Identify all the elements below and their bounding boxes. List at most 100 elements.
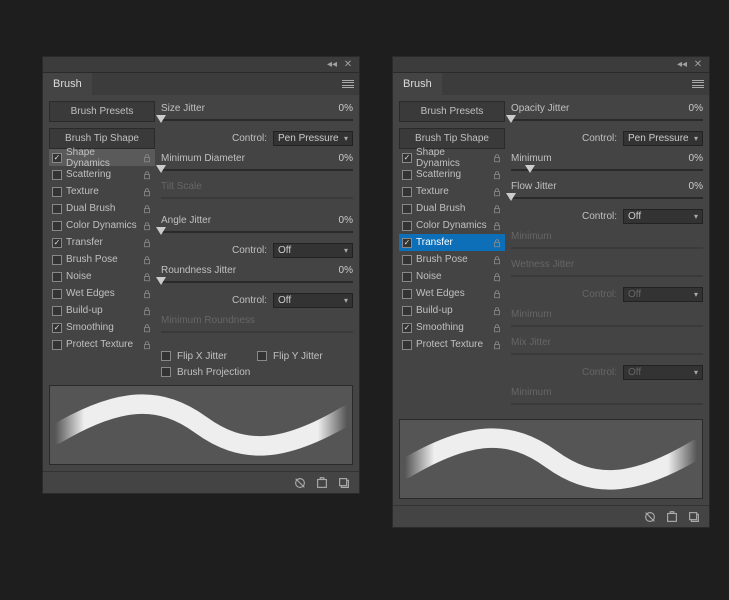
sidebar-item-pose[interactable]: Brush Pose [399, 251, 505, 268]
panel-menu-icon[interactable] [687, 73, 709, 95]
checkbox-color[interactable] [402, 221, 412, 231]
checkbox-noise[interactable] [52, 272, 62, 282]
sidebar-item-protect[interactable]: Protect Texture [399, 336, 505, 353]
opacity-control-select[interactable]: Pen Pressure▾ [623, 131, 703, 146]
sidebar-item-build[interactable]: Build-up [399, 302, 505, 319]
sidebar-item-shape[interactable]: Shape Dynamics [49, 149, 155, 166]
sidebar-item-texture[interactable]: Texture [49, 183, 155, 200]
lock-icon[interactable] [492, 187, 502, 197]
sidebar-item-scatter[interactable]: Scattering [399, 166, 505, 183]
sidebar-item-dual[interactable]: Dual Brush [49, 200, 155, 217]
sidebar-item-noise[interactable]: Noise [49, 268, 155, 285]
opacity-min-value[interactable]: 0% [689, 153, 703, 164]
lock-icon[interactable] [142, 187, 152, 197]
checkbox-texture[interactable] [402, 187, 412, 197]
sidebar-item-scatter[interactable]: Scattering [49, 166, 155, 183]
lock-icon[interactable] [142, 272, 152, 282]
angle-jitter-slider[interactable] [161, 227, 353, 237]
toggle-preview-icon[interactable] [293, 476, 307, 490]
sidebar-item-color[interactable]: Color Dynamics [399, 217, 505, 234]
lock-icon[interactable] [492, 204, 502, 214]
size-control-select[interactable]: Pen Pressure▾ [273, 131, 353, 146]
lock-icon[interactable] [142, 255, 152, 265]
flow-control-select[interactable]: Off▾ [623, 209, 703, 224]
new-preset-icon[interactable] [665, 510, 679, 524]
angle-control-select[interactable]: Off▾ [273, 243, 353, 258]
opacity-jitter-value[interactable]: 0% [689, 103, 703, 114]
roundness-jitter-slider[interactable] [161, 277, 353, 287]
lock-icon[interactable] [492, 238, 502, 248]
checkbox-scatter[interactable] [52, 170, 62, 180]
checkbox-noise[interactable] [402, 272, 412, 282]
new-doc-icon[interactable] [687, 510, 701, 524]
roundness-control-select[interactable]: Off▾ [273, 293, 353, 308]
lock-icon[interactable] [492, 153, 502, 163]
sidebar-item-color[interactable]: Color Dynamics [49, 217, 155, 234]
checkbox-wet[interactable] [52, 289, 62, 299]
checkbox-pose[interactable] [52, 255, 62, 265]
angle-jitter-value[interactable]: 0% [339, 215, 353, 226]
sidebar-item-wet[interactable]: Wet Edges [49, 285, 155, 302]
sidebar-item-transfer[interactable]: Transfer [399, 234, 505, 251]
sidebar-item-build[interactable]: Build-up [49, 302, 155, 319]
lock-icon[interactable] [142, 323, 152, 333]
opacity-min-slider[interactable] [511, 165, 703, 175]
sidebar-item-smooth[interactable]: Smoothing [399, 319, 505, 336]
brush-presets-button[interactable]: Brush Presets [399, 101, 505, 122]
checkbox-pose[interactable] [402, 255, 412, 265]
lock-icon[interactable] [492, 255, 502, 265]
min-diameter-slider[interactable] [161, 165, 353, 175]
checkbox-wet[interactable] [402, 289, 412, 299]
lock-icon[interactable] [492, 272, 502, 282]
sidebar-item-pose[interactable]: Brush Pose [49, 251, 155, 268]
size-jitter-slider[interactable] [161, 115, 353, 125]
sidebar-item-wet[interactable]: Wet Edges [399, 285, 505, 302]
checkbox-dual[interactable] [52, 204, 62, 214]
lock-icon[interactable] [142, 170, 152, 180]
roundness-jitter-value[interactable]: 0% [339, 265, 353, 276]
opacity-jitter-slider[interactable] [511, 115, 703, 125]
checkbox-smooth[interactable] [402, 323, 412, 333]
lock-icon[interactable] [142, 289, 152, 299]
flip-x-checkbox[interactable] [161, 351, 171, 361]
brush-presets-button[interactable]: Brush Presets [49, 101, 155, 122]
sidebar-item-transfer[interactable]: Transfer [49, 234, 155, 251]
flip-y-checkbox[interactable] [257, 351, 267, 361]
collapse-icon[interactable]: ◂◂ [677, 60, 687, 70]
checkbox-dual[interactable] [402, 204, 412, 214]
lock-icon[interactable] [142, 238, 152, 248]
sidebar-item-shape[interactable]: Shape Dynamics [399, 149, 505, 166]
panel-menu-icon[interactable] [337, 73, 359, 95]
checkbox-transfer[interactable] [52, 238, 62, 248]
lock-icon[interactable] [142, 153, 152, 163]
min-diameter-value[interactable]: 0% [339, 153, 353, 164]
checkbox-scatter[interactable] [402, 170, 412, 180]
checkbox-shape[interactable] [402, 153, 412, 163]
size-jitter-value[interactable]: 0% [339, 103, 353, 114]
collapse-icon[interactable]: ◂◂ [327, 60, 337, 70]
lock-icon[interactable] [492, 323, 502, 333]
lock-icon[interactable] [492, 221, 502, 231]
checkbox-smooth[interactable] [52, 323, 62, 333]
new-preset-icon[interactable] [315, 476, 329, 490]
tab-brush[interactable]: Brush [43, 73, 92, 95]
lock-icon[interactable] [492, 170, 502, 180]
checkbox-shape[interactable] [52, 153, 62, 163]
lock-icon[interactable] [142, 221, 152, 231]
sidebar-item-smooth[interactable]: Smoothing [49, 319, 155, 336]
lock-icon[interactable] [492, 289, 502, 299]
lock-icon[interactable] [492, 340, 502, 350]
tab-brush[interactable]: Brush [393, 73, 442, 95]
new-doc-icon[interactable] [337, 476, 351, 490]
flow-jitter-value[interactable]: 0% [689, 181, 703, 192]
toggle-preview-icon[interactable] [643, 510, 657, 524]
checkbox-protect[interactable] [52, 340, 62, 350]
lock-icon[interactable] [492, 306, 502, 316]
close-icon[interactable]: ✕ [343, 60, 353, 70]
checkbox-texture[interactable] [52, 187, 62, 197]
lock-icon[interactable] [142, 204, 152, 214]
checkbox-transfer[interactable] [402, 238, 412, 248]
sidebar-item-texture[interactable]: Texture [399, 183, 505, 200]
lock-icon[interactable] [142, 306, 152, 316]
lock-icon[interactable] [142, 340, 152, 350]
